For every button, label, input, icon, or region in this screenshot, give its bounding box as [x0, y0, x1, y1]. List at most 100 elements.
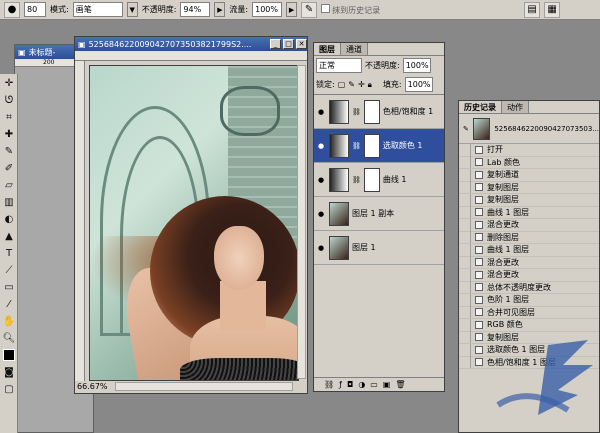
brush-preset-icon[interactable]: ● — [4, 1, 20, 18]
pen-tool-icon[interactable]: ⟋ — [1, 262, 17, 278]
adjustment-layer-icon[interactable]: ◑ — [358, 380, 365, 389]
history-item[interactable]: 总体不透明度更改 — [459, 281, 599, 294]
lock-all-icon[interactable]: 🔒︎ — [368, 80, 372, 90]
layer-mask-thumbnail[interactable] — [363, 99, 380, 124]
zoom-tool-icon[interactable]: 🔍︎ — [1, 330, 17, 346]
crop-tool-icon[interactable]: ⌗ — [1, 109, 17, 125]
horizontal-scrollbar[interactable] — [115, 382, 293, 391]
layer-opacity-input[interactable]: 100% — [402, 58, 431, 73]
mode-dropdown-icon[interactable]: ▼ — [126, 2, 138, 17]
history-source-cell[interactable] — [459, 256, 471, 269]
minimize-button[interactable]: _ — [270, 39, 281, 49]
layer-row[interactable]: ● ⛓ 选取颜色 1 — [314, 129, 444, 163]
airbrush-icon[interactable]: ✎ — [301, 1, 318, 18]
history-item[interactable]: Lab 颜色 — [459, 156, 599, 169]
history-brush-icon[interactable]: ✐ — [1, 160, 17, 176]
tab-channels[interactable]: 通道 — [341, 43, 368, 55]
history-source-cell[interactable] — [459, 193, 471, 206]
eyedropper-icon[interactable]: ⁄ — [1, 296, 17, 312]
foreground-color-swatch[interactable] — [1, 347, 17, 363]
tab-history[interactable]: 历史记录 — [459, 101, 502, 113]
history-item[interactable]: 打开 — [459, 143, 599, 157]
path-select-icon[interactable]: ▲ — [1, 228, 17, 244]
flow-input[interactable]: 100% — [252, 2, 283, 17]
history-source-cell[interactable] — [459, 156, 471, 169]
history-item[interactable]: 复制图层 — [459, 193, 599, 207]
maximize-button[interactable]: □ — [283, 39, 294, 49]
history-source-cell[interactable] — [459, 356, 471, 369]
layer-style-icon[interactable]: ƒ — [339, 380, 342, 389]
opacity-input[interactable]: 94% — [180, 2, 211, 17]
hand-tool-icon[interactable]: ✋ — [1, 313, 17, 329]
history-source-cell[interactable] — [459, 181, 471, 194]
new-layer-icon[interactable]: ▣ — [383, 380, 391, 389]
history-source-cell[interactable] — [459, 243, 471, 256]
history-source-cell[interactable] — [459, 143, 471, 156]
brush-size-field[interactable]: 80 — [24, 2, 46, 17]
history-item[interactable]: 曲线 1 图层 — [459, 243, 599, 257]
history-item[interactable]: 曲线 1 图层 — [459, 206, 599, 219]
history-source-cell[interactable] — [459, 168, 471, 181]
tab-layers[interactable]: 图层 — [314, 43, 341, 55]
notes-tool-icon[interactable]: ▭ — [1, 279, 17, 295]
layer-row[interactable]: ● 图层 1 — [314, 231, 444, 265]
new-group-icon[interactable]: ▭ — [370, 380, 378, 389]
opacity-dropdown-icon[interactable]: ▶ — [214, 2, 226, 17]
layer-visibility-icon[interactable]: ● — [316, 243, 326, 253]
history-source-cell[interactable] — [459, 293, 471, 306]
healing-tool-icon[interactable]: ✚ — [1, 126, 17, 142]
document-window[interactable]: ▣ 5256846220090427073503821799S2.... _ □… — [74, 36, 308, 394]
history-source-cell[interactable] — [459, 318, 471, 331]
history-source-cell[interactable] — [459, 281, 471, 294]
history-item[interactable]: 删除图层 — [459, 231, 599, 244]
lock-image-icon[interactable]: ✎ — [348, 80, 355, 89]
history-snapshot[interactable]: ✎ 5256846220090427073503... — [459, 114, 599, 144]
history-item[interactable]: 混合更改 — [459, 218, 599, 232]
history-item[interactable]: 色阶 1 图层 — [459, 293, 599, 307]
fill-input[interactable]: 100% — [404, 77, 433, 92]
palette-well-icon[interactable]: ▤ — [524, 1, 541, 18]
document-titlebar[interactable]: ▣ 5256846220090427073503821799S2.... _ □… — [75, 37, 307, 51]
history-source-cell[interactable] — [459, 231, 471, 244]
zoom-level[interactable]: 66.67% — [77, 382, 108, 391]
history-source-cell[interactable] — [459, 268, 471, 281]
layer-visibility-icon[interactable]: ● — [316, 141, 326, 151]
vertical-scrollbar[interactable] — [297, 65, 306, 379]
layer-mask-thumbnail[interactable] — [363, 133, 380, 158]
type-tool-icon[interactable]: T — [1, 245, 17, 261]
history-item[interactable]: RGB 颜色 — [459, 318, 599, 332]
link-layers-icon[interactable]: ⛓ — [324, 380, 334, 389]
layer-row[interactable]: ● ⛓ 曲线 1 — [314, 163, 444, 197]
layer-mask-thumbnail[interactable] — [363, 167, 380, 192]
brush-tool-icon[interactable]: ✎ — [1, 143, 17, 159]
move-tool-icon[interactable]: ✛ — [1, 75, 17, 91]
history-item[interactable]: 复制图层 — [459, 181, 599, 194]
history-source-cell[interactable] — [459, 331, 471, 344]
screen-mode-icon[interactable]: ▢ — [1, 381, 17, 397]
layer-visibility-icon[interactable]: ● — [316, 107, 326, 117]
tab-actions[interactable]: 动作 — [502, 101, 529, 113]
erase-history-checkbox[interactable] — [321, 3, 331, 13]
lock-position-icon[interactable]: ✛ — [358, 80, 365, 89]
blend-mode-select[interactable]: 正常 — [316, 58, 362, 73]
history-item[interactable]: 混合更改 — [459, 256, 599, 269]
eraser-tool-icon[interactable]: ▱ — [1, 177, 17, 193]
history-source-cell[interactable] — [459, 218, 471, 231]
layer-visibility-icon[interactable]: ● — [316, 175, 326, 185]
dodge-tool-icon[interactable]: ◐ — [1, 211, 17, 227]
history-source-cell[interactable] — [459, 206, 471, 219]
erase-history-option[interactable]: 抹到历史记录 — [321, 3, 380, 16]
quickmask-icon[interactable]: ◙ — [1, 364, 17, 380]
delete-layer-icon[interactable]: 🗑︎ — [395, 380, 405, 389]
photo-canvas[interactable] — [89, 65, 299, 381]
add-mask-icon[interactable]: ◘ — [347, 380, 353, 389]
history-item[interactable]: 合并可见图层 — [459, 306, 599, 319]
layer-row[interactable]: ● 图层 1 副本 — [314, 197, 444, 231]
gradient-tool-icon[interactable]: ▥ — [1, 194, 17, 210]
history-item[interactable]: 混合更改 — [459, 268, 599, 282]
lasso-tool-icon[interactable]: ᘎ — [1, 92, 17, 108]
layer-row[interactable]: ● ⛓ 色相/饱和度 1 — [314, 95, 444, 129]
history-item[interactable]: 复制通道 — [459, 168, 599, 182]
close-button[interactable]: ✕ — [296, 39, 307, 49]
layer-visibility-icon[interactable]: ● — [316, 209, 326, 219]
